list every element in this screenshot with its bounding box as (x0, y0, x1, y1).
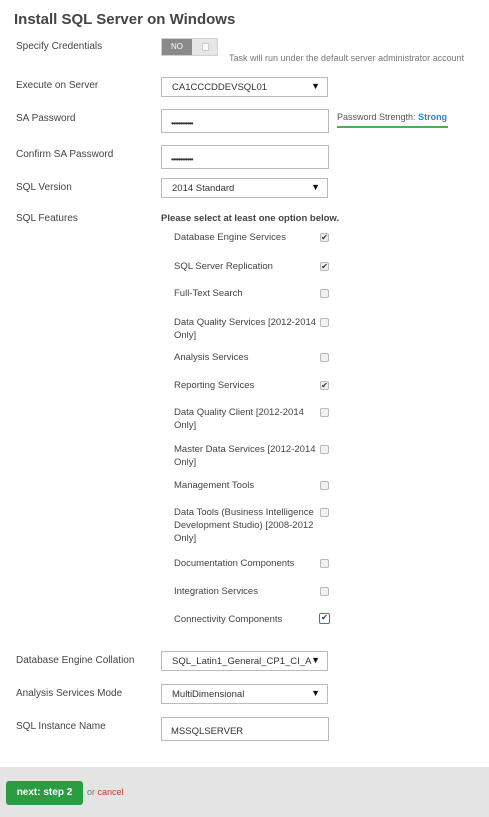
password-strength-label: Password Strength: (337, 112, 416, 122)
feature-checkbox[interactable] (320, 508, 329, 517)
credentials-note: Task will run under the default server a… (229, 53, 465, 63)
feature-checkbox[interactable] (320, 353, 329, 362)
feature-checkbox[interactable] (320, 445, 329, 454)
cancel-link[interactable]: cancel (98, 787, 124, 797)
execute-server-select[interactable]: CA1CCCDDEVSQL01 ▼ (161, 77, 328, 97)
confirm-password-value: •••••••••••• (171, 155, 194, 164)
instance-name-label: SQL Instance Name (16, 721, 106, 732)
feature-checkbox[interactable] (320, 408, 329, 417)
feature-checkbox[interactable] (320, 318, 329, 327)
feature-label: Data Tools (Business Intelligence Develo… (174, 507, 314, 544)
toggle-state: NO (162, 39, 192, 55)
or-text: or (87, 787, 96, 797)
feature-label: Master Data Services [2012-2014 Only] (174, 444, 316, 468)
password-strength-indicator: Password Strength: Strong (337, 112, 448, 128)
feature-checkbox[interactable]: ✔ (320, 233, 329, 242)
sql-features-label: SQL Features (16, 213, 78, 224)
dropdown-arrow-icon: ▼ (311, 655, 320, 665)
sql-version-label: SQL Version (16, 182, 72, 193)
feature-checkbox[interactable] (320, 559, 329, 568)
dropdown-arrow-icon: ▼ (311, 81, 320, 91)
analysis-mode-value: MultiDimensional (172, 689, 245, 700)
feature-label: Data Quality Client [2012-2014 Only] (174, 407, 304, 431)
collation-value: SQL_Latin1_General_CP1_CI_A (172, 656, 312, 667)
confirm-password-label: Confirm SA Password (16, 149, 114, 160)
page-title: Install SQL Server on Windows (14, 11, 236, 28)
feature-checkbox[interactable] (320, 587, 329, 596)
sql-version-select[interactable]: 2014 Standard ▼ (161, 178, 328, 198)
sa-password-field[interactable]: •••••••••••• (161, 109, 329, 133)
next-step-button[interactable]: next: step 2 (6, 781, 83, 805)
feature-label: Integration Services (174, 586, 258, 597)
install-form-panel: Install SQL Server on Windows Specify Cr… (0, 0, 489, 767)
sa-password-value: •••••••••••• (171, 119, 194, 128)
sa-password-label: SA Password (16, 113, 76, 124)
feature-label: Analysis Services (174, 352, 249, 363)
analysis-mode-select[interactable]: MultiDimensional ▼ (161, 684, 328, 704)
feature-label: SQL Server Replication (174, 261, 273, 272)
credentials-toggle[interactable]: NO (161, 38, 218, 56)
form-footer: next: step 2 or cancel (0, 767, 489, 817)
dropdown-arrow-icon: ▼ (311, 182, 320, 192)
feature-label: Full-Text Search (174, 288, 243, 299)
dropdown-arrow-icon: ▼ (311, 688, 320, 698)
instance-name-field[interactable]: MSSQLSERVER (161, 717, 329, 741)
feature-checkbox[interactable]: ✔ (320, 381, 329, 390)
feature-label: Data Quality Services [2012-2014 Only] (174, 317, 317, 341)
feature-checkbox[interactable] (320, 289, 329, 298)
credentials-label: Specify Credentials (16, 41, 103, 52)
execute-server-value: CA1CCCDDEVSQL01 (172, 82, 268, 93)
execute-server-label: Execute on Server (16, 80, 99, 91)
feature-label: Connectivity Components (174, 614, 283, 625)
password-strength-value: Strong (418, 112, 448, 122)
feature-label: Database Engine Services (174, 232, 286, 243)
collation-label: Database Engine Collation (16, 655, 135, 666)
feature-label: Documentation Components (174, 558, 295, 569)
toggle-knob (202, 43, 209, 51)
instance-name-value: MSSQLSERVER (171, 726, 244, 737)
feature-label: Management Tools (174, 480, 255, 491)
footer-or-text: or cancel (87, 787, 124, 797)
collation-select[interactable]: SQL_Latin1_General_CP1_CI_A ▼ (161, 651, 328, 671)
feature-checkbox[interactable]: ✔ (320, 262, 329, 271)
feature-label: Reporting Services (174, 380, 255, 391)
feature-checkbox[interactable]: ✔ (319, 613, 330, 624)
confirm-password-field[interactable]: •••••••••••• (161, 145, 329, 169)
feature-checkbox[interactable] (320, 481, 329, 490)
sql-features-hint: Please select at least one option below. (161, 213, 340, 224)
analysis-mode-label: Analysis Services Mode (16, 688, 123, 699)
sql-version-value: 2014 Standard (172, 183, 235, 194)
